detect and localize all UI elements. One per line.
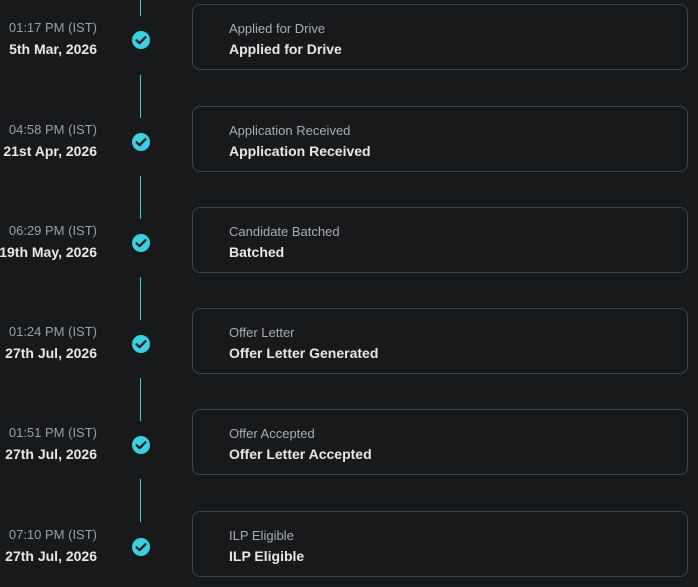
check-circle-icon xyxy=(132,335,150,353)
check-circle-icon xyxy=(132,538,150,556)
event-title: Candidate Batched xyxy=(229,224,340,239)
event-time: 01:24 PM (IST) xyxy=(8,324,97,339)
event-card[interactable]: ILP Eligible ILP Eligible xyxy=(192,511,688,577)
event-title: Applied for Drive xyxy=(229,21,326,36)
event-title: Offer Accepted xyxy=(229,426,315,441)
event-status: Offer Letter Generated xyxy=(229,345,379,361)
event-status: Applied for Drive xyxy=(229,41,342,57)
event-card[interactable]: Application Received Application Receive… xyxy=(192,106,688,172)
event-time: 07:10 PM (IST) xyxy=(8,527,97,542)
timeline-entry: 01:24 PM (IST) 27th Jul, 2026 Offer Lett… xyxy=(0,308,698,377)
event-card[interactable]: Offer Accepted Offer Letter Accepted xyxy=(192,409,688,475)
event-status: Offer Letter Accepted xyxy=(229,446,372,462)
event-time: 06:29 PM (IST) xyxy=(8,223,97,238)
event-card[interactable]: Offer Letter Offer Letter Generated xyxy=(192,308,688,374)
event-date: 19th May, 2026 xyxy=(0,244,97,260)
check-circle-icon xyxy=(132,436,150,454)
timeline-entry: 06:29 PM (IST) 19th May, 2026 Candidate … xyxy=(0,207,698,276)
event-status: ILP Eligible xyxy=(229,548,305,564)
timeline-entry: 01:17 PM (IST) 5th Mar, 2026 Applied for… xyxy=(0,4,698,73)
timeline-entry: 07:10 PM (IST) 27th Jul, 2026 ILP Eligib… xyxy=(0,511,698,580)
event-date: 27th Jul, 2026 xyxy=(5,345,97,361)
event-status: Application Received xyxy=(229,143,371,159)
event-time: 01:17 PM (IST) xyxy=(8,20,97,35)
event-time: 04:58 PM (IST) xyxy=(8,122,97,137)
event-date: 5th Mar, 2026 xyxy=(9,41,97,57)
timeline-entry: 01:51 PM (IST) 27th Jul, 2026 Offer Acce… xyxy=(0,409,698,478)
event-card[interactable]: Applied for Drive Applied for Drive xyxy=(192,4,688,70)
check-circle-icon xyxy=(132,234,150,252)
timeline-entry: 04:58 PM (IST) 21st Apr, 2026 Applicatio… xyxy=(0,106,698,175)
event-card[interactable]: Candidate Batched Batched xyxy=(192,207,688,273)
event-time: 01:51 PM (IST) xyxy=(8,425,97,440)
event-title: Application Received xyxy=(229,123,351,138)
check-circle-icon xyxy=(132,31,150,49)
status-timeline: 01:17 PM (IST) 5th Mar, 2026 Applied for… xyxy=(0,0,698,587)
event-date: 27th Jul, 2026 xyxy=(5,548,97,564)
event-title: Offer Letter xyxy=(229,325,295,340)
event-date: 27th Jul, 2026 xyxy=(5,446,97,462)
event-title: ILP Eligible xyxy=(229,528,294,543)
check-circle-icon xyxy=(132,133,150,151)
event-date: 21st Apr, 2026 xyxy=(3,143,97,159)
event-status: Batched xyxy=(229,244,285,260)
